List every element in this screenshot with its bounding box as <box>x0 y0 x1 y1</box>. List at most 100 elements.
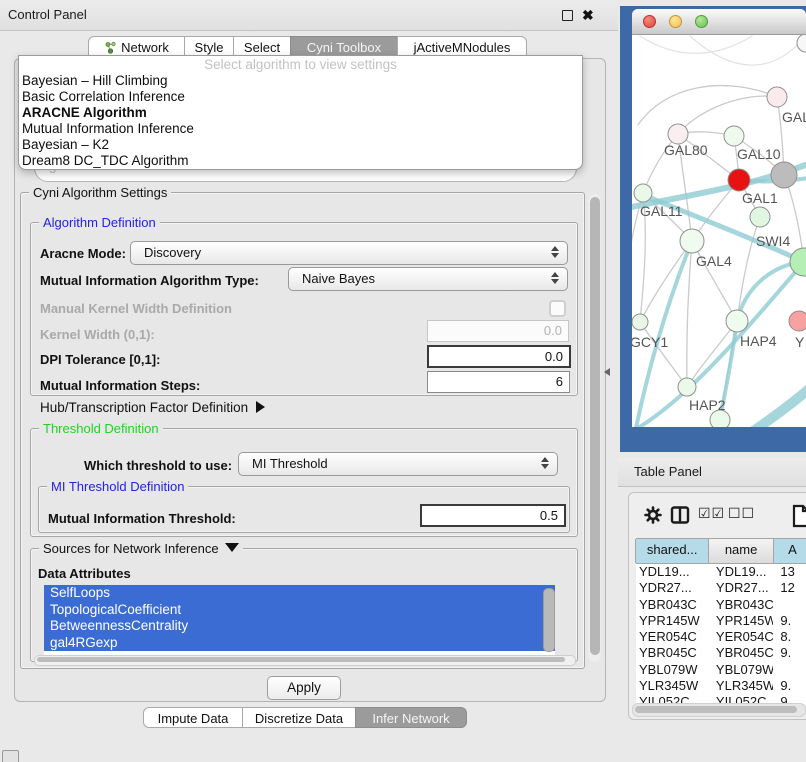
tab-select[interactable]: Select <box>233 36 291 57</box>
table-row[interactable]: YBR045CYBR045C9. <box>636 645 806 661</box>
network-node[interactable] <box>632 314 648 330</box>
splitter-collapse-icon[interactable] <box>604 368 610 376</box>
tab-network[interactable]: Network <box>88 36 185 57</box>
algorithm-definition-title: Algorithm Definition <box>39 215 160 230</box>
network-node[interactable] <box>797 35 806 52</box>
settings-vertical-scrollbar[interactable] <box>588 194 601 662</box>
table-cell: YDL19... <box>636 564 709 580</box>
algorithm-option[interactable]: ARACNE Algorithm <box>19 105 582 121</box>
tab-discretize-data-label: Discretize Data <box>255 711 343 726</box>
table-cell: YBR045C <box>636 645 709 661</box>
network-edge[interactable] <box>638 86 777 125</box>
zoom-window-icon[interactable] <box>695 15 708 28</box>
node-label: GAL1 <box>742 190 778 206</box>
dock-panel-icon[interactable] <box>2 750 19 762</box>
tab-style[interactable]: Style <box>184 36 234 57</box>
tab-impute-data-label: Impute Data <box>158 711 229 726</box>
tab-infer-network[interactable]: Infer Network <box>355 707 467 728</box>
table-row[interactable]: YDL19...YDL19...13 <box>636 564 806 580</box>
algorithm-option[interactable]: Basic Correlation Inference <box>19 89 582 105</box>
which-threshold-combo[interactable]: MI Threshold <box>238 452 558 476</box>
table-panel-title: Table Panel <box>634 458 702 486</box>
algorithm-option[interactable]: Mutual Information Inference <box>19 121 582 137</box>
network-node[interactable] <box>668 124 688 144</box>
network-node[interactable] <box>678 378 696 396</box>
dpi-tolerance-label: DPI Tolerance [0,1]: <box>40 352 160 367</box>
tab-jactivemnodules[interactable]: jActiveMNodules <box>397 36 527 57</box>
algorithm-option[interactable]: Bayesian – K2 <box>19 137 582 153</box>
table-horizontal-scrollbar[interactable] <box>632 703 806 717</box>
unchecked-boxes-icon[interactable]: ☐☐ <box>728 506 755 522</box>
network-node[interactable] <box>680 229 704 253</box>
data-attributes-label: Data Attributes <box>38 566 131 581</box>
float-panel-icon[interactable] <box>562 10 573 21</box>
close-window-icon[interactable] <box>643 15 656 28</box>
split-pane-icon[interactable] <box>670 506 690 527</box>
table-row[interactable]: YPR145WYPR145W9. <box>636 613 806 629</box>
apply-button[interactable]: Apply <box>267 676 341 700</box>
table-cell: YER054C <box>709 629 773 645</box>
attributes-horizontal-scrollbar[interactable] <box>34 655 576 666</box>
table-row[interactable]: YBL079WYBL079W <box>636 662 806 678</box>
column-header[interactable]: A <box>773 539 806 563</box>
dpi-tolerance-field[interactable]: 0.0 <box>427 345 571 368</box>
aracne-mode-combo[interactable]: Discovery <box>130 241 568 265</box>
attribute-item[interactable]: BetweennessCentrality <box>44 618 555 635</box>
manual-kernel-checkbox[interactable] <box>549 300 566 317</box>
attribute-item[interactable]: gal4RGexp <box>44 635 555 652</box>
mi-steps-label: Mutual Information Steps: <box>40 378 200 393</box>
network-node[interactable] <box>726 310 748 332</box>
network-node[interactable] <box>767 87 787 107</box>
network-node[interactable] <box>771 162 797 188</box>
mi-threshold-field[interactable]: 0.5 <box>420 504 566 527</box>
network-window-titlebar[interactable] <box>632 9 806 35</box>
data-attributes-list[interactable]: SelfLoopsTopologicalCoefficientBetweenne… <box>44 585 555 655</box>
sources-label: Sources for Network Inference <box>43 541 219 556</box>
threshold-definition-title: Threshold Definition <box>39 421 163 436</box>
table-row[interactable]: YLR345WYLR345W9. <box>636 678 806 694</box>
network-node[interactable] <box>790 248 806 276</box>
column-header[interactable]: shared... <box>635 539 709 563</box>
algorithm-option[interactable]: Dream8 DC_TDC Algorithm <box>19 153 582 169</box>
network-edge[interactable] <box>690 36 802 65</box>
network-edge[interactable] <box>687 241 692 387</box>
sources-group-title[interactable]: Sources for Network Inference <box>39 541 243 556</box>
node-label: HAP2 <box>689 397 726 413</box>
gear-icon[interactable] <box>644 506 662 527</box>
node-label: GAL10 <box>737 146 781 162</box>
network-node[interactable] <box>789 311 806 331</box>
network-edge[interactable] <box>640 36 752 53</box>
tab-impute-data[interactable]: Impute Data <box>143 707 243 728</box>
table-cell: 9. <box>773 678 806 694</box>
mi-type-combo[interactable]: Naive Bayes <box>288 267 568 291</box>
hub-definition-expander[interactable]: Hub/Transcription Factor Definition <box>40 400 265 415</box>
page-icon[interactable] <box>791 504 806 531</box>
checked-boxes-icon[interactable]: ☑☑ <box>698 506 725 522</box>
attributes-vertical-scrollbar[interactable] <box>543 588 555 652</box>
tab-discretize-data[interactable]: Discretize Data <box>242 707 356 728</box>
attribute-item[interactable]: SelfLoops <box>44 585 555 602</box>
algorithm-option[interactable]: Bayesian – Hill Climbing <box>19 73 582 89</box>
network-edge[interactable] <box>752 388 806 427</box>
table-row[interactable]: YBR043CYBR043C <box>636 597 806 613</box>
table-row[interactable]: YDR27...YDR27...12 <box>636 580 806 596</box>
attribute-item[interactable]: TopologicalCoefficient <box>44 602 555 619</box>
minimize-window-icon[interactable] <box>669 15 682 28</box>
tab-cyni-toolbox[interactable]: Cyni Toolbox <box>290 36 398 57</box>
network-node[interactable] <box>634 184 652 202</box>
kernel-width-field[interactable]: 0.0 <box>427 320 569 342</box>
collapse-down-icon <box>225 543 239 552</box>
network-node[interactable] <box>724 126 744 146</box>
mi-steps-field[interactable]: 6 <box>427 371 570 393</box>
node-label: GCY1 <box>632 334 668 350</box>
network-canvas[interactable]: GALGAL80GAL10GAL1GAL11SWI4GAL4GCY1HAP4YH… <box>632 35 806 427</box>
column-header[interactable]: name <box>708 539 774 563</box>
network-node[interactable] <box>750 207 770 227</box>
aracne-mode-value: Discovery <box>144 242 201 264</box>
network-node[interactable] <box>728 169 750 191</box>
node-label: GAL4 <box>696 253 732 269</box>
tab-network-label: Network <box>121 40 169 55</box>
close-panel-icon[interactable]: ✖ <box>582 6 594 24</box>
table-row[interactable]: YER054CYER054C8. <box>636 629 806 645</box>
node-label: GAL11 <box>640 203 683 219</box>
